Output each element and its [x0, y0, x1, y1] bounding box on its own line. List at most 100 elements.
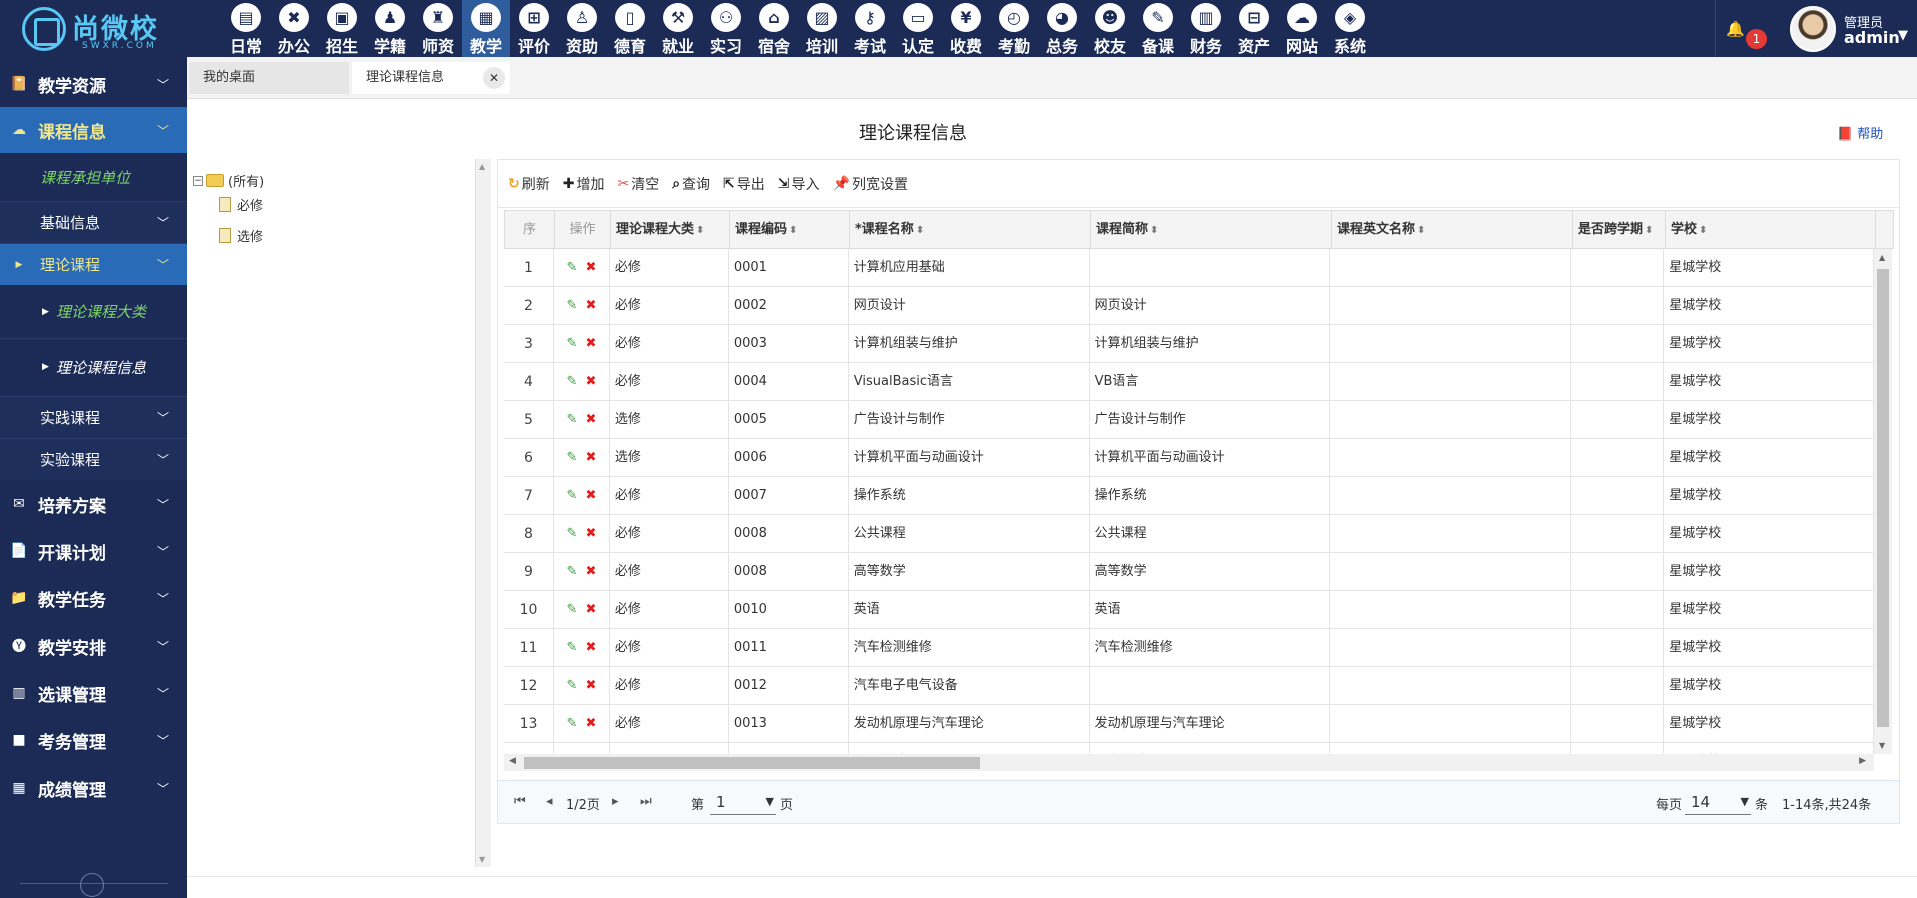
- table-row[interactable]: 1 ✎ ✖ 必修 0001 计算机应用基础 星城学校: [504, 249, 1874, 287]
- table-row[interactable]: 13 ✎ ✖ 必修 0013 发动机原理与汽车理论 发动机原理与汽车理论 星城学校: [504, 705, 1874, 743]
- scroll-up-icon[interactable]: ▲: [479, 162, 485, 171]
- table-row[interactable]: 7 ✎ ✖ 必修 0007 操作系统 操作系统 星城学校: [504, 477, 1874, 515]
- module-11[interactable]: ⌂ 宿舍: [750, 0, 798, 57]
- column-header[interactable]: 课程英文名称 ⬍: [1332, 211, 1573, 248]
- module-0[interactable]: ▤ 日常: [222, 0, 270, 57]
- scroll-thumb[interactable]: [524, 757, 980, 769]
- pencil-icon[interactable]: ✎: [567, 412, 578, 427]
- sidebar-item-theory-course[interactable]: ▶ 理论课程 ﹀: [0, 243, 187, 285]
- prev-page-icon[interactable]: ◂: [546, 794, 553, 809]
- module-23[interactable]: ◈ 系统: [1326, 0, 1374, 57]
- pencil-icon[interactable]: ✎: [567, 640, 578, 655]
- toolbar-button-5[interactable]: ⇲ 导入: [778, 174, 820, 194]
- delete-icon[interactable]: ✖: [585, 526, 596, 541]
- sidebar-item-lab-course[interactable]: 实验课程 ﹀: [0, 438, 187, 480]
- column-header[interactable]: 课程编码 ⬍: [730, 211, 850, 248]
- sort-icon[interactable]: ⬍: [916, 225, 924, 236]
- pencil-icon[interactable]: ✎: [567, 678, 578, 693]
- column-header[interactable]: 学校 ⬍: [1666, 211, 1876, 248]
- first-page-icon[interactable]: ⏮: [514, 794, 526, 809]
- module-20[interactable]: ▥ 财务: [1182, 0, 1230, 57]
- column-header[interactable]: *课程名称 ⬍: [850, 211, 1091, 248]
- pencil-icon[interactable]: ✎: [567, 602, 578, 617]
- tree-node-elective[interactable]: 选修: [219, 226, 263, 245]
- delete-icon[interactable]: ✖: [585, 488, 596, 503]
- table-row[interactable]: 9 ✎ ✖ 必修 0008 高等数学 高等数学 星城学校: [504, 553, 1874, 591]
- toolbar-button-1[interactable]: ✚ 增加: [563, 174, 605, 194]
- column-header[interactable]: 课程简称 ⬍: [1091, 211, 1332, 248]
- toolbar-button-0[interactable]: ↻ 刷新: [508, 174, 550, 194]
- table-row[interactable]: 12 ✎ ✖ 必修 0012 汽车电子电气设备 星城学校: [504, 667, 1874, 705]
- module-14[interactable]: ▭ 认定: [894, 0, 942, 57]
- bell-icon[interactable]: 🔔: [1726, 20, 1745, 38]
- tree-scrollbar[interactable]: ▲ ▼: [475, 159, 491, 867]
- module-15[interactable]: ¥ 收费: [942, 0, 990, 57]
- help-link[interactable]: 📕 帮助: [1837, 123, 1883, 142]
- column-header[interactable]: 是否跨学期 ⬍: [1573, 211, 1666, 248]
- sidebar-item-teaching-resources[interactable]: 📔 教学资源 ﹀: [0, 61, 187, 107]
- module-10[interactable]: ⚇ 实习: [702, 0, 750, 57]
- module-17[interactable]: ◕ 总务: [1038, 0, 1086, 57]
- delete-icon[interactable]: ✖: [585, 640, 596, 655]
- tab-desktop[interactable]: 我的桌面: [189, 62, 349, 94]
- table-row[interactable]: 10 ✎ ✖ 必修 0010 英语 英语 星城学校: [504, 591, 1874, 629]
- table-row[interactable]: 5 ✎ ✖ 选修 0005 广告设计与制作 广告设计与制作 星城学校: [504, 401, 1874, 439]
- delete-icon[interactable]: ✖: [585, 260, 596, 275]
- table-row[interactable]: 3 ✎ ✖ 必修 0003 计算机组装与维护 计算机组装与维护 星城学校: [504, 325, 1874, 363]
- module-12[interactable]: ▨ 培训: [798, 0, 846, 57]
- close-icon[interactable]: ✕: [483, 67, 505, 89]
- delete-icon[interactable]: ✖: [585, 412, 596, 427]
- sidebar-item-teaching-task[interactable]: 📁 教学任务 ﹀: [0, 575, 187, 621]
- table-row[interactable]: 6 ✎ ✖ 选修 0006 计算机平面与动画设计 计算机平面与动画设计 星城学校: [504, 439, 1874, 477]
- scroll-left-icon[interactable]: ◀: [509, 756, 516, 766]
- page-select[interactable]: 1 ▼: [710, 789, 776, 815]
- table-row[interactable]: 2 ✎ ✖ 必修 0002 网页设计 网页设计 星城学校: [504, 287, 1874, 325]
- sort-icon[interactable]: ⬍: [1699, 225, 1707, 236]
- module-6[interactable]: ⊞ 评价: [510, 0, 558, 57]
- pencil-icon[interactable]: ✎: [567, 488, 578, 503]
- sidebar-item-score-admin[interactable]: ▦ 成绩管理 ﹀: [0, 765, 187, 811]
- caret-down-icon[interactable]: ▼: [1898, 28, 1908, 43]
- sort-icon[interactable]: ⬍: [1150, 225, 1158, 236]
- module-13[interactable]: ⚷ 考试: [846, 0, 894, 57]
- table-row[interactable]: 14✎✖选修0014汽车营销汽车营销星城学校: [504, 743, 1874, 754]
- pencil-icon[interactable]: ✎: [567, 260, 578, 275]
- module-22[interactable]: ☁ 网站: [1278, 0, 1326, 57]
- column-header[interactable]: 理论课程大类 ⬍: [611, 211, 730, 248]
- toolbar-button-3[interactable]: ⌕ 查询: [672, 174, 710, 194]
- tree-node-required[interactable]: 必修: [219, 195, 263, 214]
- module-19[interactable]: ✎ 备课: [1134, 0, 1182, 57]
- pencil-icon[interactable]: ✎: [567, 716, 578, 731]
- sidebar-toggle-knob[interactable]: [80, 873, 104, 897]
- module-2[interactable]: ▣ 招生: [318, 0, 366, 57]
- scroll-up-icon[interactable]: ▲: [1879, 253, 1885, 262]
- user-name[interactable]: admin: [1844, 28, 1900, 47]
- table-row[interactable]: 11 ✎ ✖ 必修 0011 汽车检测维修 汽车检测维修 星城学校: [504, 629, 1874, 667]
- last-page-icon[interactable]: ⏭: [640, 794, 652, 809]
- sidebar-item-theory-info[interactable]: ▶ 理论课程信息: [0, 340, 187, 394]
- module-3[interactable]: ♟ 学籍: [366, 0, 414, 57]
- avatar[interactable]: [1790, 6, 1836, 52]
- pencil-icon[interactable]: ✎: [567, 450, 578, 465]
- pencil-icon[interactable]: ✎: [567, 564, 578, 579]
- sidebar-item-exam-admin[interactable]: ■ 考务管理 ﹀: [0, 717, 187, 763]
- pencil-icon[interactable]: ✎: [567, 298, 578, 313]
- module-16[interactable]: ◴ 考勤: [990, 0, 1038, 57]
- sidebar-item-course-select[interactable]: ▥ 选课管理 ﹀: [0, 670, 187, 716]
- sidebar-item-practice-course[interactable]: 实践课程 ﹀: [0, 396, 187, 438]
- toolbar-button-6[interactable]: 📌 列宽设置: [833, 174, 908, 194]
- module-1[interactable]: ✖ 办公: [270, 0, 318, 57]
- tree-root[interactable]: − (所有): [193, 171, 264, 190]
- module-7[interactable]: ♙ 资助: [558, 0, 606, 57]
- delete-icon[interactable]: ✖: [585, 564, 596, 579]
- module-21[interactable]: ⊟ 资产: [1230, 0, 1278, 57]
- delete-icon[interactable]: ✖: [585, 298, 596, 313]
- sort-icon[interactable]: ⬍: [789, 225, 797, 236]
- scroll-down-icon[interactable]: ▼: [479, 855, 485, 864]
- delete-icon[interactable]: ✖: [585, 336, 596, 351]
- sort-icon[interactable]: ⬍: [1645, 225, 1653, 236]
- module-8[interactable]: ▯ 德育: [606, 0, 654, 57]
- sidebar-item-course-unit[interactable]: 课程承担单位: [0, 153, 187, 201]
- delete-icon[interactable]: ✖: [585, 678, 596, 693]
- module-4[interactable]: ♜ 师资: [414, 0, 462, 57]
